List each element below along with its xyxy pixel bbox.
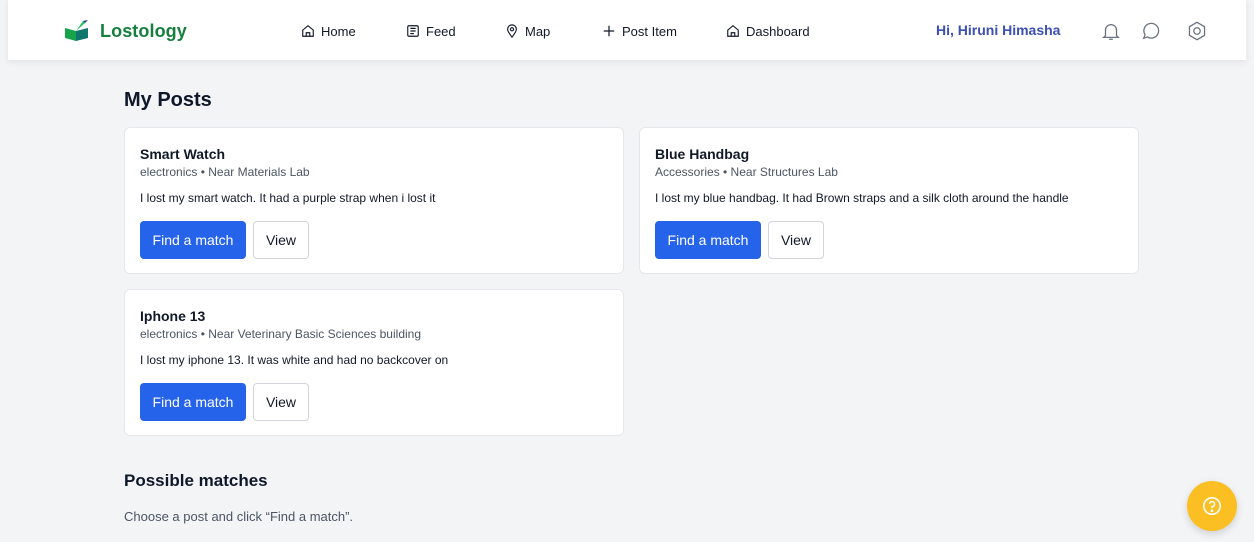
nav-post-item[interactable]: Post Item bbox=[602, 22, 677, 40]
matches-title: Possible matches bbox=[124, 471, 268, 490]
nav-feed[interactable]: Feed bbox=[406, 22, 456, 40]
post-card: Iphone 13 electronics • Near Veterinary … bbox=[124, 289, 624, 436]
post-actions: Find a match View bbox=[140, 221, 309, 259]
view-button[interactable]: View bbox=[253, 383, 309, 421]
post-title: Iphone 13 bbox=[140, 308, 206, 324]
map-pin-icon bbox=[507, 24, 517, 38]
bell-icon bbox=[1102, 24, 1120, 40]
feed-icon bbox=[407, 25, 419, 37]
logo-icon bbox=[65, 20, 88, 41]
nav-home[interactable]: Home bbox=[301, 22, 356, 40]
user-greeting[interactable]: Hi, Hiruni Himasha bbox=[936, 22, 1060, 38]
find-match-button[interactable]: Find a match bbox=[655, 221, 761, 259]
settings-button[interactable] bbox=[1186, 20, 1208, 42]
post-meta: electronics • Near Materials Lab bbox=[140, 165, 310, 179]
nav-home-label: Home bbox=[321, 23, 356, 39]
find-match-button[interactable]: Find a match bbox=[140, 383, 246, 421]
plus-icon bbox=[603, 25, 615, 37]
notifications-button[interactable] bbox=[1100, 20, 1122, 42]
home-icon bbox=[727, 25, 739, 37]
nav-dashboard-label: Dashboard bbox=[746, 23, 810, 39]
post-meta: electronics • Near Veterinary Basic Scie… bbox=[140, 327, 422, 341]
post-card: Blue Handbag Accessories • Near Structur… bbox=[639, 127, 1139, 274]
nav-post-item-label: Post Item bbox=[622, 23, 677, 39]
post-description: I lost my blue handbag. It had Brown str… bbox=[655, 191, 1069, 205]
help-button[interactable] bbox=[1187, 481, 1237, 531]
page-title: My Posts bbox=[124, 89, 212, 111]
nav-map[interactable]: Map bbox=[505, 22, 550, 40]
nav-feed-label: Feed bbox=[426, 23, 456, 39]
post-description: I lost my iphone 13. It was white and ha… bbox=[140, 353, 449, 367]
find-match-button[interactable]: Find a match bbox=[140, 221, 246, 259]
post-description: I lost my smart watch. It had a purple s… bbox=[140, 191, 436, 205]
view-button[interactable]: View bbox=[253, 221, 309, 259]
top-navbar: Lostology Home Feed Map Post Item Dashbo… bbox=[8, 0, 1246, 60]
settings-icon bbox=[1188, 21, 1206, 41]
post-title: Blue Handbag bbox=[655, 146, 750, 162]
question-icon bbox=[1203, 497, 1221, 515]
home-icon bbox=[302, 25, 314, 37]
post-card: Smart Watch electronics • Near Materials… bbox=[124, 127, 624, 274]
nav-dashboard[interactable]: Dashboard bbox=[726, 22, 810, 40]
post-actions: Find a match View bbox=[140, 383, 309, 421]
matches-hint: Choose a post and click “Find a match”. bbox=[124, 509, 354, 524]
post-actions: Find a match View bbox=[655, 221, 824, 259]
brand[interactable]: Lostology bbox=[64, 19, 187, 43]
chat-icon bbox=[1142, 22, 1160, 40]
post-meta: Accessories • Near Structures Lab bbox=[655, 165, 838, 179]
post-title: Smart Watch bbox=[140, 146, 226, 162]
messages-button[interactable] bbox=[1140, 20, 1162, 42]
nav-map-label: Map bbox=[525, 23, 551, 39]
view-button[interactable]: View bbox=[768, 221, 824, 259]
brand-name: Lostology bbox=[100, 20, 187, 41]
